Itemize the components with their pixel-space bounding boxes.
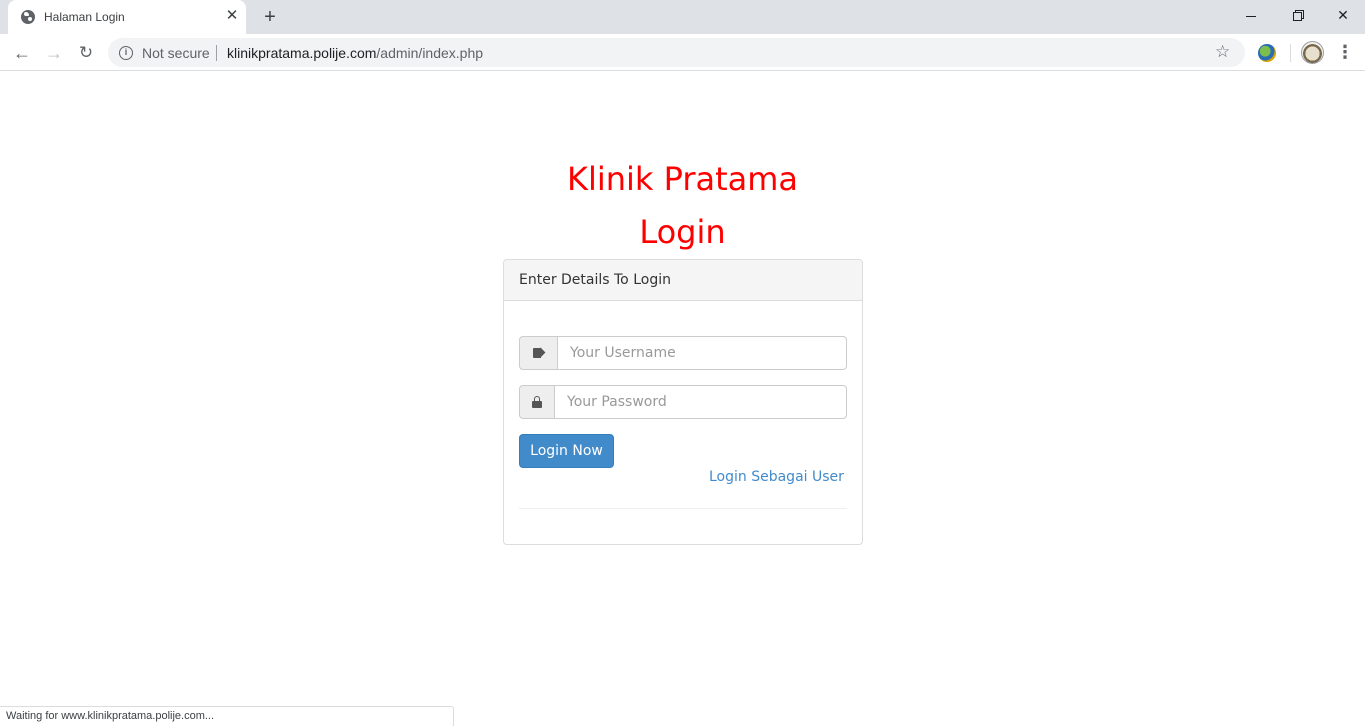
password-input[interactable]	[554, 385, 847, 419]
forward-button[interactable]: →	[41, 40, 67, 66]
profile-avatar[interactable]	[1301, 41, 1324, 64]
new-tab-button[interactable]: +	[259, 6, 281, 28]
panel-heading: Enter Details To Login	[504, 260, 862, 301]
page-title: Login	[639, 213, 726, 251]
password-group	[519, 385, 847, 419]
tab-strip: Halaman Login ✕ + ✕	[0, 0, 1365, 34]
extension-icon[interactable]	[1258, 44, 1276, 62]
minimize-icon	[1246, 15, 1256, 17]
window-close-button[interactable]: ✕	[1320, 0, 1365, 30]
tab-close-icon[interactable]: ✕	[224, 8, 240, 24]
tag-icon	[532, 348, 545, 358]
status-bar: Waiting for www.klinikpratama.polije.com…	[0, 706, 454, 726]
minimize-button[interactable]	[1228, 0, 1274, 30]
divider	[519, 508, 847, 509]
url-host: klinikpratama.polije.com	[227, 45, 377, 61]
lock-icon	[532, 396, 542, 408]
username-group	[519, 336, 847, 370]
restore-button[interactable]	[1274, 0, 1320, 30]
login-as-user-link[interactable]: Login Sebagai User	[709, 469, 844, 485]
restore-icon	[1292, 11, 1302, 21]
username-input[interactable]	[557, 336, 847, 370]
url-path: /admin/index.php	[376, 45, 484, 61]
address-bar[interactable]: i Not secure klinikpratama.polije.com/ad…	[108, 38, 1245, 67]
site-title: Klinik Pratama	[566, 160, 799, 198]
globe-icon	[21, 10, 35, 24]
login-panel: Enter Details To Login Login Now Login S…	[503, 259, 863, 545]
username-addon	[519, 336, 557, 370]
back-button[interactable]: ←	[9, 40, 35, 66]
password-addon	[519, 385, 554, 419]
security-label[interactable]: Not secure	[142, 45, 210, 61]
info-icon[interactable]: i	[119, 46, 133, 60]
browser-toolbar: ← → ↻ i Not secure klinikpratama.polije.…	[0, 34, 1365, 71]
browser-menu-icon[interactable]: ⋮	[1336, 41, 1354, 63]
login-button[interactable]: Login Now	[519, 434, 614, 468]
browser-tab[interactable]: Halaman Login ✕	[8, 0, 246, 34]
url-text[interactable]: klinikpratama.polije.com/admin/index.php	[227, 45, 483, 61]
bookmark-star-icon[interactable]: ☆	[1215, 42, 1230, 62]
omnibox-divider	[216, 45, 217, 61]
toolbar-divider	[1290, 44, 1291, 62]
reload-button[interactable]: ↻	[73, 40, 99, 66]
tab-title: Halaman Login	[44, 10, 125, 24]
